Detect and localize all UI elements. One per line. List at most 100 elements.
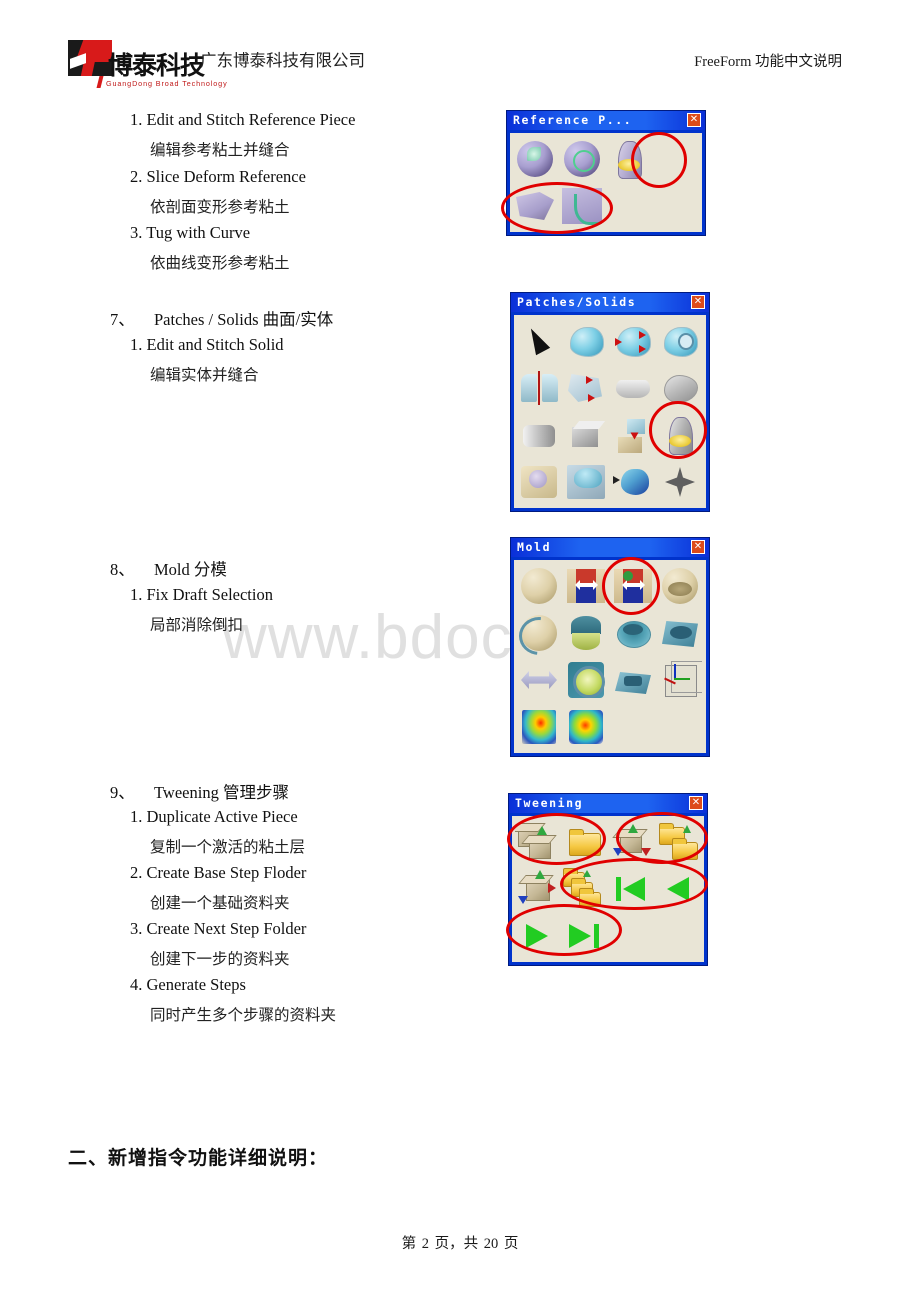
- company-name: 广东博泰科技有限公司: [200, 51, 365, 70]
- close-icon[interactable]: ✕: [689, 796, 703, 810]
- tool-icon-go-to-first-step[interactable]: [609, 867, 653, 911]
- list-item-cn: 依曲线变形参考粘土: [150, 254, 290, 272]
- section-heading-9: 9、 Tweening 管理步骤: [110, 783, 289, 802]
- tool-icon-mold-block[interactable]: [658, 611, 702, 655]
- footer-prefix: 第: [401, 1236, 417, 1252]
- tool-icon-explode-solid[interactable]: [658, 460, 702, 504]
- close-icon[interactable]: ✕: [691, 295, 705, 309]
- page-footer: 第 2 页，共 20 页: [0, 1232, 920, 1253]
- tool-icon-patch-arrows[interactable]: [611, 319, 655, 363]
- list-item-cn: 创建下一步的资料夹: [150, 950, 290, 968]
- list-item-en: 3. Create Next Step Folder: [130, 919, 307, 938]
- list-item-cn: 创建一个基础资料夹: [150, 894, 290, 912]
- tool-icon-patch-hole[interactable]: [658, 319, 702, 363]
- tool-icon-edit-and-stitch-solid[interactable]: [658, 413, 702, 457]
- tool-icon-taper-solid[interactable]: [658, 366, 702, 410]
- footer-total-pages: 20: [483, 1236, 499, 1252]
- section-heading-7: 7、 Patches / Solids 曲面/实体: [110, 310, 334, 329]
- tool-row: [517, 658, 703, 702]
- tool-row: [517, 705, 703, 749]
- tool-row: [517, 611, 703, 655]
- tool-icon-boolean-solid[interactable]: [611, 413, 655, 457]
- panel-titlebar[interactable]: Tweening ✕: [509, 794, 707, 813]
- close-icon[interactable]: ✕: [691, 540, 705, 554]
- tool-icon-previous-step[interactable]: [656, 867, 700, 911]
- section-2-title: 二、新增指令功能详细说明：: [68, 1147, 329, 1169]
- tool-icon-mold-cavity[interactable]: [517, 611, 561, 655]
- panel-titlebar[interactable]: Patches/Solids ✕: [511, 293, 709, 312]
- list-item-en: 2. Slice Deform Reference: [130, 167, 306, 186]
- list-item-en: 4. Generate Steps: [130, 975, 246, 994]
- tool-icon-mold-base[interactable]: [611, 611, 655, 655]
- panel-titlebar[interactable]: Reference P... ✕: [507, 111, 705, 130]
- tool-icon-create-next-step-folder[interactable]: [656, 820, 700, 864]
- panel-body: [514, 557, 706, 753]
- tool-icon-go-to-last-step[interactable]: [562, 914, 606, 958]
- tool-icon-select-arrow[interactable]: [517, 319, 561, 363]
- tool-row: [517, 564, 703, 608]
- tool-icon-cube-solid[interactable]: [564, 413, 608, 457]
- logo-english-text: GuangDong Broad Technology: [106, 79, 228, 88]
- tool-icon-mold-sphere[interactable]: [517, 564, 561, 608]
- list-item-en: 1. Edit and Stitch Solid: [130, 335, 284, 354]
- tool-icon-next-step[interactable]: [515, 914, 559, 958]
- tool-icon-stitch-reference[interactable]: [607, 137, 651, 181]
- page-header: 博泰科技 GuangDong Broad Technology 广东博泰科技有限…: [0, 0, 920, 100]
- close-icon[interactable]: ✕: [687, 113, 701, 127]
- tool-icon-sheet-solid[interactable]: [611, 366, 655, 410]
- logo-chinese-text: 博泰科技: [108, 51, 205, 80]
- tool-icon-mold-split[interactable]: [564, 611, 608, 655]
- tool-icon-mold-shell[interactable]: [658, 564, 702, 608]
- footer-page-number: 2: [421, 1236, 429, 1252]
- tool-icon-edit-reference[interactable]: [513, 137, 557, 181]
- tool-icon-carve-solid[interactable]: [564, 460, 608, 504]
- section-heading-8: 8、 Mold 分模: [110, 560, 227, 579]
- footer-mid: 页，共: [434, 1236, 479, 1252]
- panel-title-text: Reference P...: [513, 112, 633, 127]
- tool-icon-shell-solid[interactable]: [611, 460, 655, 504]
- list-item-en: 1. Edit and Stitch Reference Piece: [130, 110, 356, 129]
- tool-icon-draft-analysis[interactable]: [564, 564, 608, 608]
- panel-mold[interactable]: Mold ✕: [510, 537, 710, 757]
- tool-row: [515, 867, 701, 911]
- panel-tweening[interactable]: Tweening ✕: [506, 793, 708, 966]
- tool-row: [517, 319, 703, 363]
- tool-icon-emboss-solid[interactable]: [517, 460, 561, 504]
- logo-accent-bar: [96, 76, 104, 88]
- tool-icon-mold-ring[interactable]: [564, 658, 608, 702]
- panel-body: [501, 132, 702, 234]
- tool-icon-mold-axes[interactable]: [658, 658, 702, 702]
- list-item-cn: 局部消除倒扣: [150, 616, 244, 634]
- panel-patches-solids[interactable]: Patches/Solids ✕: [510, 292, 710, 512]
- tool-icon-ring-reference[interactable]: [560, 137, 604, 181]
- tool-icon-create-base-step-folder[interactable]: [562, 820, 606, 864]
- list-item-cn: 编辑参考粘土并缝合: [150, 141, 290, 159]
- tool-row: [513, 184, 699, 228]
- tool-icon-tween-transform[interactable]: [515, 867, 559, 911]
- tool-icon-patch-blob[interactable]: [564, 319, 608, 363]
- tool-icon-mirror-solid[interactable]: [517, 366, 561, 410]
- tool-icon-slice-deform-reference[interactable]: [513, 184, 557, 228]
- tool-icon-tween-axes[interactable]: [609, 820, 653, 864]
- tool-icon-duplicate-active-piece[interactable]: [515, 820, 559, 864]
- tool-icon-tug-with-curve[interactable]: [560, 184, 604, 228]
- tool-icon-mold-thickness-skull[interactable]: [517, 705, 561, 749]
- tool-row: [513, 137, 699, 181]
- tool-row: [517, 413, 703, 457]
- tool-icon-mold-tray[interactable]: [611, 658, 655, 702]
- panel-titlebar[interactable]: Mold ✕: [511, 538, 709, 557]
- list-item-cn: 依剖面变形参考粘土: [150, 198, 290, 216]
- footer-suffix: 页: [503, 1236, 519, 1252]
- tool-icon-fix-draft-selection[interactable]: [611, 564, 655, 608]
- tool-icon-cylinder-solid[interactable]: [517, 413, 561, 457]
- list-item-cn: 同时产生多个步骤的资料夹: [150, 1006, 337, 1024]
- panel-reference-piece[interactable]: Reference P... ✕: [501, 110, 706, 236]
- tool-icon-generate-steps[interactable]: [562, 867, 606, 911]
- header-document-title: FreeForm 功能中文说明: [694, 54, 842, 70]
- logo-mark-icon: [68, 40, 112, 76]
- tool-row: [517, 460, 703, 504]
- tool-icon-mold-flip[interactable]: [517, 658, 561, 702]
- tool-icon-mold-thickness-map[interactable]: [564, 705, 608, 749]
- tool-icon-transform-solid[interactable]: [564, 366, 608, 410]
- list-item-en: 1. Fix Draft Selection: [130, 585, 273, 604]
